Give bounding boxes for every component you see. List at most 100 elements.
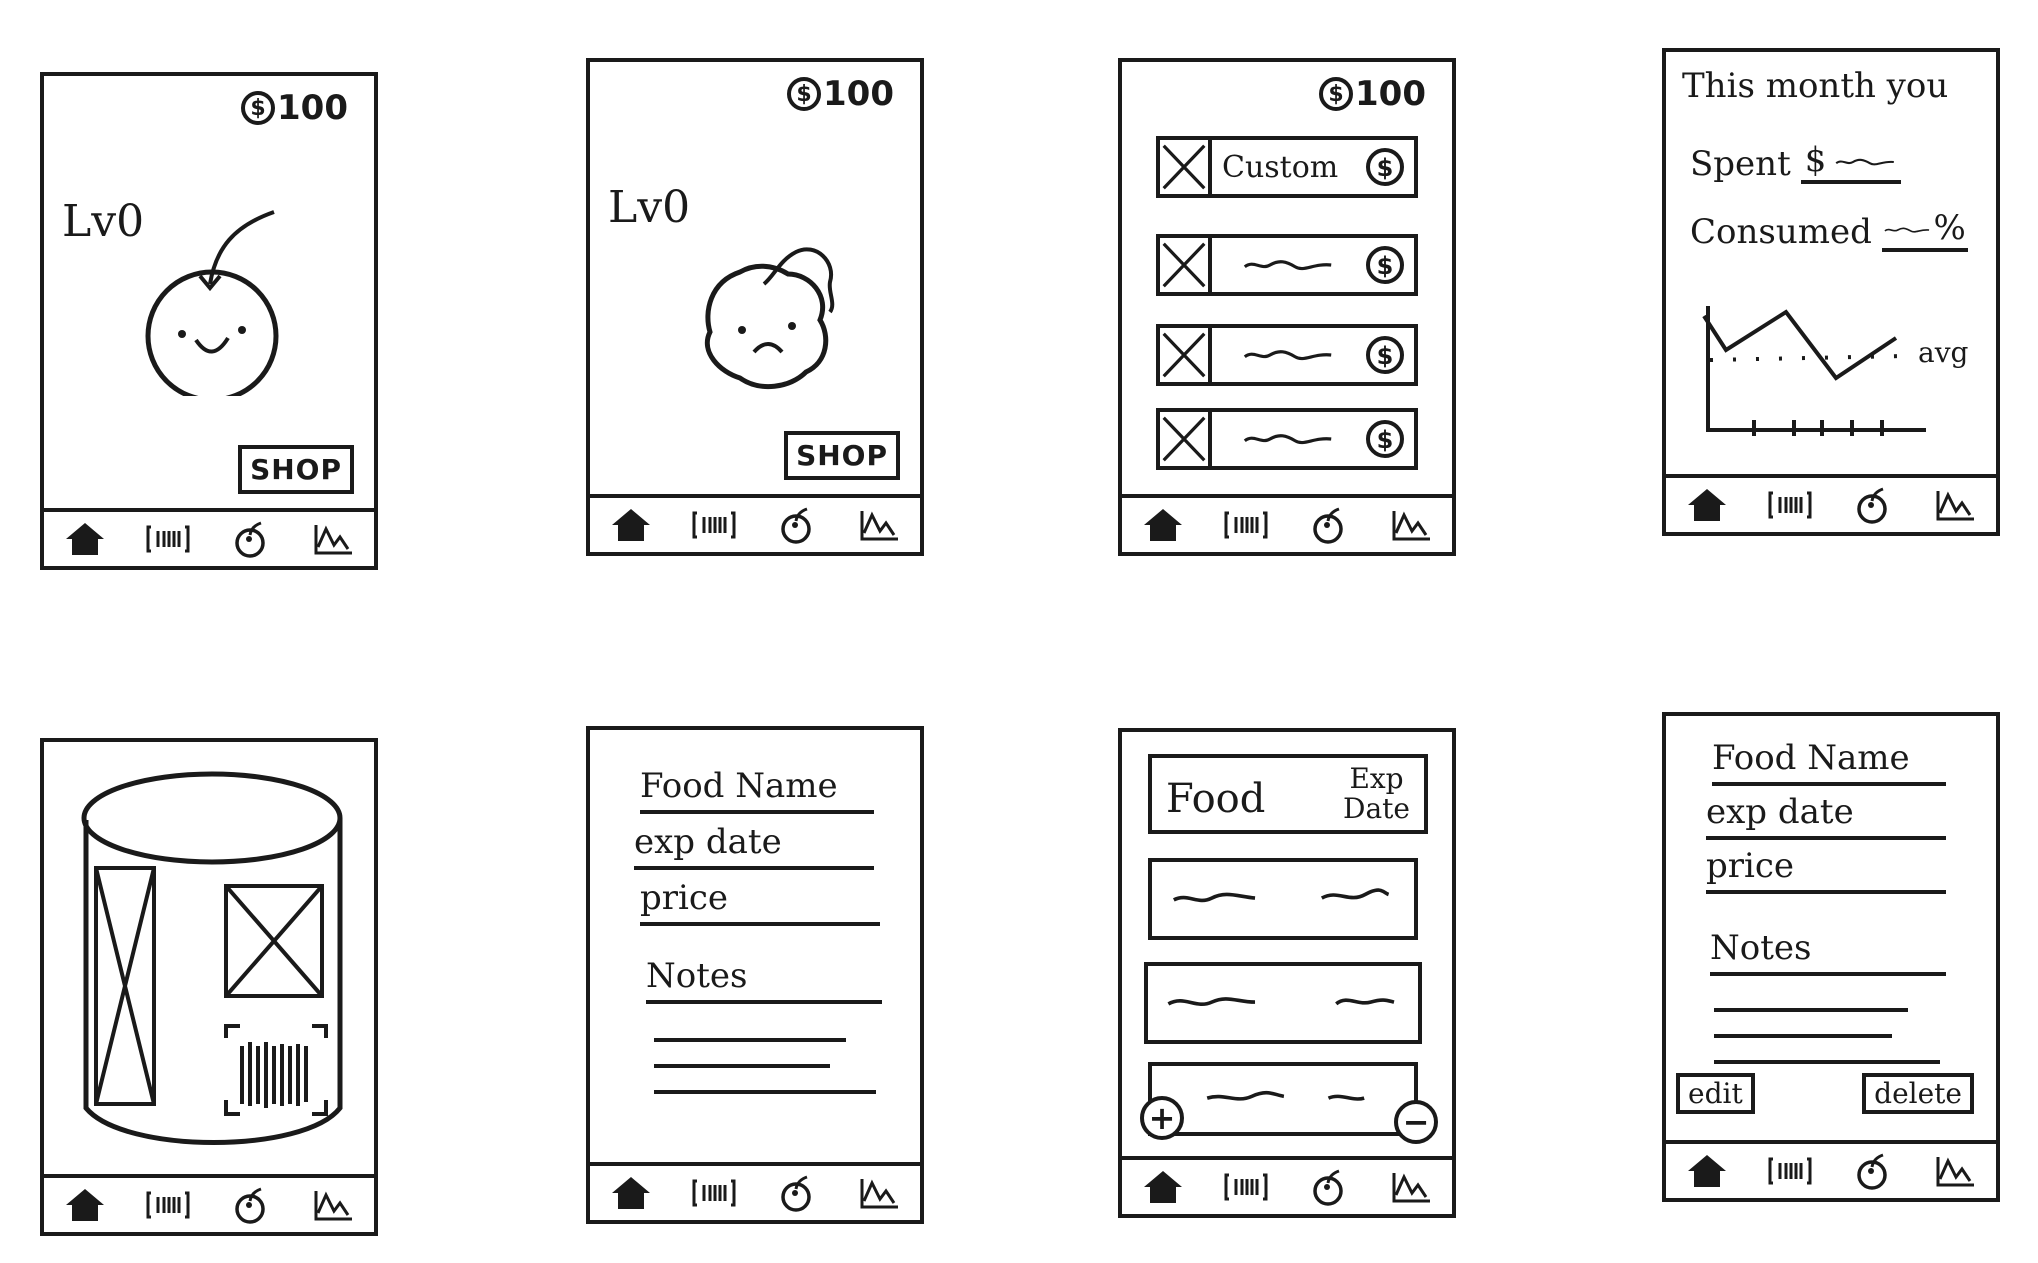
nav-pantry[interactable] — [222, 1182, 278, 1228]
shop-item-custom[interactable]: Custom — [1156, 136, 1418, 198]
bottom-nav — [590, 1162, 920, 1220]
nav-pantry[interactable] — [1844, 1148, 1900, 1194]
home-icon — [62, 1185, 108, 1225]
shop-item-label: Custom — [1222, 149, 1339, 185]
shop-item[interactable] — [1156, 324, 1418, 386]
nav-home[interactable] — [1135, 1164, 1191, 1210]
nav-scan[interactable] — [1762, 1148, 1818, 1194]
screen-home-sad: $ 100 Lv0 SHOP — [586, 58, 924, 556]
chart-icon — [1932, 485, 1978, 525]
nav-pantry[interactable] — [1300, 502, 1356, 548]
home-icon — [1140, 1167, 1186, 1207]
barcode-icon — [1767, 1151, 1813, 1191]
placeholder-text — [1206, 1090, 1365, 1101]
coin-amount: 100 — [1355, 74, 1426, 114]
camera-viewfinder[interactable] — [64, 758, 354, 1158]
coin-balance: $ 100 — [1319, 74, 1426, 114]
remove-button[interactable]: − — [1394, 1100, 1438, 1144]
list-item[interactable] — [1144, 962, 1422, 1044]
nav-scan[interactable] — [1218, 1164, 1274, 1210]
notes-field[interactable]: Notes — [646, 956, 882, 1004]
coin-icon — [1364, 244, 1406, 286]
column-exp-date: Exp Date — [1343, 764, 1410, 824]
shop-button[interactable]: SHOP — [238, 445, 354, 494]
home-icon — [62, 519, 108, 559]
chart-icon — [856, 505, 902, 545]
consumed-row: Consumed % — [1690, 208, 1968, 252]
bottom-nav — [590, 494, 920, 552]
nav-pantry[interactable] — [222, 516, 278, 562]
apple-icon — [773, 1173, 819, 1213]
coin-icon — [1364, 146, 1406, 188]
bottom-nav — [44, 508, 374, 566]
notes-line — [1714, 1060, 1940, 1064]
notes-line — [1714, 1034, 1892, 1038]
spent-value: $ — [1800, 140, 1901, 184]
notes-line — [654, 1090, 876, 1094]
nav-home[interactable] — [1679, 1148, 1735, 1194]
nav-pantry[interactable] — [768, 1170, 824, 1216]
apple-icon — [1305, 505, 1351, 545]
nav-pantry[interactable] — [1300, 1164, 1356, 1210]
avg-label: avg — [1918, 336, 1969, 369]
list-item[interactable] — [1148, 858, 1418, 940]
nav-scan[interactable] — [1218, 502, 1274, 548]
list-item[interactable] — [1148, 1062, 1418, 1136]
spending-chart: avg — [1702, 306, 1969, 436]
happy-apple-icon[interactable] — [124, 196, 324, 396]
sad-rotten-apple-icon[interactable] — [670, 212, 870, 412]
screen-shop: $ 100 Custom — [1118, 58, 1456, 556]
coin-amount: 100 — [277, 88, 348, 128]
nav-scan[interactable] — [140, 1182, 196, 1228]
nav-scan[interactable] — [140, 516, 196, 562]
nav-stats[interactable] — [305, 1182, 361, 1228]
apple-icon — [1305, 1167, 1351, 1207]
nav-home[interactable] — [1135, 502, 1191, 548]
nav-stats[interactable] — [305, 516, 361, 562]
edit-button[interactable]: edit — [1676, 1073, 1755, 1114]
chart-icon — [310, 1185, 356, 1225]
placeholder-text — [1222, 346, 1354, 364]
shop-item[interactable] — [1156, 408, 1418, 470]
nav-scan[interactable] — [1762, 482, 1818, 528]
bottom-nav — [1666, 474, 1996, 532]
nav-home[interactable] — [603, 502, 659, 548]
list-header: Food Exp Date — [1148, 754, 1428, 834]
nav-pantry[interactable] — [768, 502, 824, 548]
shop-button[interactable]: SHOP — [784, 431, 900, 480]
exp-date-field[interactable]: exp date — [634, 822, 874, 870]
screen-food-list: Food Exp Date + − — [1118, 728, 1456, 1218]
coin-icon — [1364, 334, 1406, 376]
nav-pantry[interactable] — [1844, 482, 1900, 528]
notes-line — [654, 1038, 846, 1042]
home-icon — [608, 505, 654, 545]
nav-home[interactable] — [57, 1182, 113, 1228]
image-placeholder-icon — [1160, 140, 1212, 194]
food-name-field[interactable]: Food Name — [640, 766, 874, 814]
nav-stats[interactable] — [1927, 1148, 1983, 1194]
nav-stats[interactable] — [1927, 482, 1983, 528]
screen-scanner — [40, 738, 378, 1236]
nav-stats[interactable] — [851, 1170, 907, 1216]
bottom-nav — [1122, 494, 1452, 552]
image-placeholder-icon — [1160, 412, 1212, 466]
nav-scan[interactable] — [686, 502, 742, 548]
nav-stats[interactable] — [1383, 502, 1439, 548]
price-field[interactable]: price — [640, 878, 880, 926]
apple-icon — [1849, 485, 1895, 525]
barcode-icon — [1223, 505, 1269, 545]
nav-scan[interactable] — [686, 1170, 742, 1216]
chart-icon — [1932, 1151, 1978, 1191]
chart-icon — [1388, 1167, 1434, 1207]
placeholder-text — [1167, 997, 1395, 1006]
nav-stats[interactable] — [851, 502, 907, 548]
nav-home[interactable] — [603, 1170, 659, 1216]
food-name-field: Food Name — [1712, 738, 1946, 786]
add-button[interactable]: + — [1140, 1096, 1184, 1140]
nav-stats[interactable] — [1383, 1164, 1439, 1210]
delete-button[interactable]: delete — [1862, 1073, 1974, 1114]
nav-home[interactable] — [57, 516, 113, 562]
coin-balance: $ 100 — [787, 74, 894, 114]
shop-item[interactable] — [1156, 234, 1418, 296]
nav-home[interactable] — [1679, 482, 1735, 528]
